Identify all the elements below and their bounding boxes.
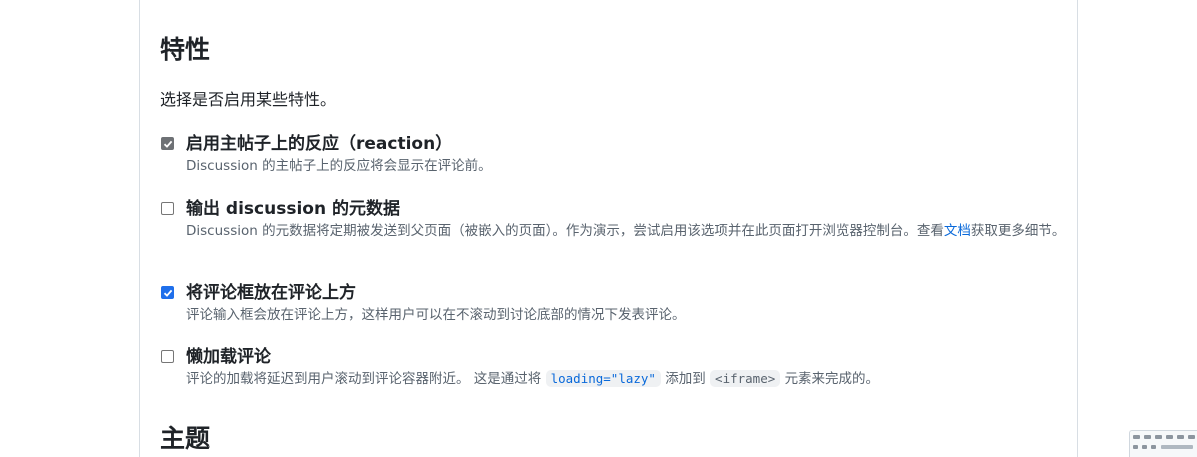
input-position-title[interactable]: 将评论框放在评论上方	[186, 282, 356, 304]
input-position-description: 评论输入框会放在评论上方，这样用户可以在不滚动到讨论底部的情况下发表评论。	[186, 307, 686, 323]
lazy-code-loading: loading="lazy"	[545, 370, 661, 387]
corner-mini-toolbar[interactable]	[1129, 430, 1197, 457]
features-heading: 特性	[160, 35, 211, 64]
lazy-text-before: 评论的加载将延迟到用户滚动到评论容器附近。 这是通过将	[186, 371, 542, 387]
emit-metadata-title[interactable]: 输出 discussion 的元数据	[186, 198, 400, 220]
content-panel: 特性 选择是否启用某些特性。 启用主帖子上的反应（reaction） Discu…	[139, 0, 1078, 457]
input-position-checkbox[interactable]	[161, 286, 174, 299]
docs-link[interactable]: 文档	[944, 223, 971, 239]
reactions-checkbox[interactable]	[161, 137, 174, 150]
lazy-loading-title[interactable]: 懒加载评论	[186, 346, 271, 368]
check-icon	[163, 289, 172, 297]
emit-metadata-text: Discussion 的元数据将定期被发送到父页面（被嵌入的页面）。作为演示，尝…	[186, 223, 944, 239]
lazy-text-mid: 添加到	[665, 371, 706, 387]
reactions-title[interactable]: 启用主帖子上的反应（reaction）	[186, 133, 452, 155]
features-intro: 选择是否启用某些特性。	[160, 90, 337, 109]
emit-metadata-description: Discussion 的元数据将定期被发送到父页面（被嵌入的页面）。作为演示，尝…	[186, 221, 1066, 241]
emit-metadata-text-after: 获取更多细节。	[970, 223, 1066, 239]
lazy-loading-checkbox[interactable]	[161, 350, 174, 363]
lazy-loading-description: 评论的加载将延迟到用户滚动到评论容器附近。 这是通过将 loading="laz…	[186, 369, 1066, 389]
lazy-code-iframe: <iframe>	[710, 370, 781, 387]
emit-metadata-checkbox[interactable]	[161, 202, 174, 215]
lazy-text-after: 元素来完成的。	[784, 371, 880, 387]
theme-heading: 主题	[160, 424, 211, 453]
check-icon	[163, 140, 172, 148]
reactions-description: Discussion 的主帖子上的反应将会显示在评论前。	[186, 158, 492, 174]
